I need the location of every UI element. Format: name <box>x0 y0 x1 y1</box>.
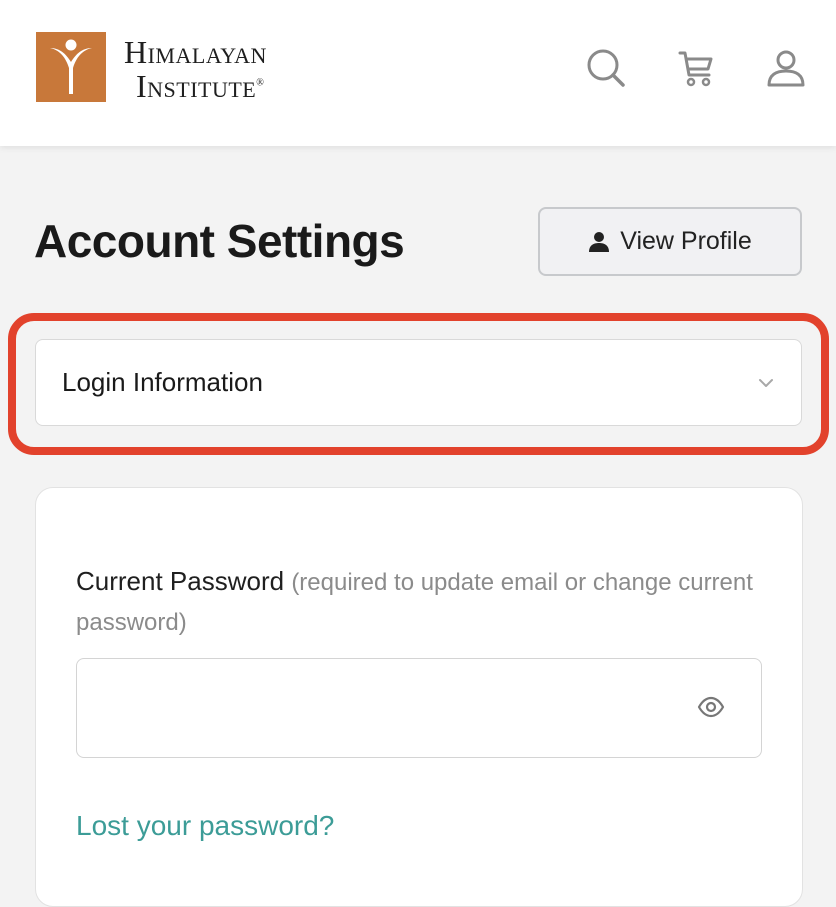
current-password-title: Current Password <box>76 566 285 596</box>
login-form-card: Current Password (required to update ema… <box>35 487 803 907</box>
page-title: Account Settings <box>34 215 405 267</box>
current-password-field[interactable] <box>76 658 762 758</box>
current-password-label: Current Password (required to update ema… <box>76 562 776 642</box>
eye-icon[interactable] <box>697 695 725 719</box>
view-profile-button[interactable]: View Profile <box>538 207 802 276</box>
header-actions <box>586 48 806 88</box>
logo-wordmark: Himalayan Institute® <box>124 36 267 102</box>
logo-line2: Institute® <box>136 70 267 102</box>
site-logo[interactable]: Himalayan Institute® <box>36 32 267 102</box>
view-profile-label: View Profile <box>620 227 752 255</box>
site-header: Himalayan Institute® <box>0 0 836 146</box>
search-icon[interactable] <box>586 48 626 88</box>
cart-icon[interactable] <box>676 48 716 88</box>
logo-figure-icon <box>36 32 106 102</box>
lost-password-link[interactable]: Lost your password? <box>76 810 334 842</box>
chevron-down-icon <box>759 378 773 387</box>
logo-line1: Himalayan <box>124 34 267 70</box>
person-icon <box>589 231 610 252</box>
current-password-input[interactable] <box>77 659 677 755</box>
user-icon[interactable] <box>766 48 806 88</box>
logo-line2-text: Institute <box>136 68 257 104</box>
registered-mark: ® <box>256 77 265 89</box>
section-dropdown[interactable]: Login Information <box>35 339 802 426</box>
section-dropdown-value: Login Information <box>62 367 263 397</box>
